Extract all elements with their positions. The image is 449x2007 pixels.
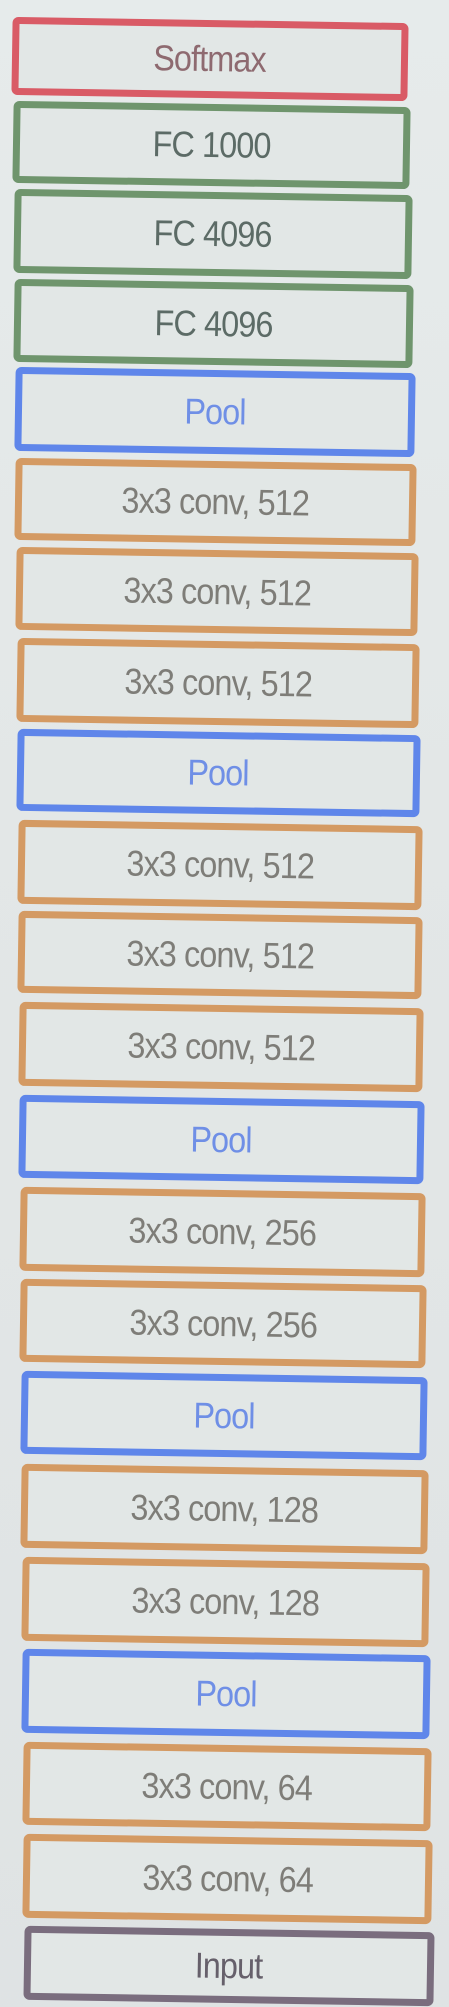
layer-conv-256-a: 3x3 conv, 256 xyxy=(19,1278,427,1369)
layer-label: 3x3 conv, 512 xyxy=(123,660,313,705)
layer-label: FC 1000 xyxy=(152,123,271,166)
layer-conv-128-b: 3x3 conv, 128 xyxy=(20,1463,429,1555)
layer-label: Pool xyxy=(190,1118,253,1160)
layer-label: 3x3 conv, 128 xyxy=(131,1579,320,1624)
layer-label: 3x3 conv, 512 xyxy=(125,842,315,887)
layer-softmax: Softmax xyxy=(11,16,409,102)
layer-conv-512-a: 3x3 conv, 512 xyxy=(16,637,420,729)
layer-pool-2: Pool xyxy=(20,1370,428,1461)
layer-pool-3: Pool xyxy=(18,1094,425,1185)
layer-label: 3x3 conv, 64 xyxy=(141,1856,314,1901)
layer-label: 3x3 conv, 128 xyxy=(130,1486,319,1531)
layer-label: 3x3 conv, 512 xyxy=(121,479,310,524)
layer-conv-512-b: 3x3 conv, 512 xyxy=(15,546,419,637)
layer-pool-4: Pool xyxy=(16,728,421,818)
layer-label: Pool xyxy=(195,1672,257,1715)
layer-label: FC 4096 xyxy=(154,301,273,345)
layer-input: Input xyxy=(23,1925,435,2007)
layer-label: 3x3 conv, 256 xyxy=(128,1209,317,1254)
layer-pool-5: Pool xyxy=(14,366,416,458)
layer-conv-64-b: 3x3 conv, 64 xyxy=(22,1741,432,1832)
layer-pool-1: Pool xyxy=(21,1648,431,1740)
layer-label: Input xyxy=(194,1944,264,1987)
layer-label: 3x3 conv, 512 xyxy=(125,932,315,977)
layer-conv-64-a: 3x3 conv, 64 xyxy=(22,1833,433,1925)
layer-label: Pool xyxy=(184,390,246,433)
vgg-architecture-diagram: Softmax FC 1000 FC 4096 FC 4096 Pool 3x3… xyxy=(0,0,449,2007)
layer-label: FC 4096 xyxy=(153,212,273,255)
layer-label: 3x3 conv, 256 xyxy=(128,1301,318,1345)
layer-label: 3x3 conv, 512 xyxy=(126,1024,316,1069)
layer-conv-512-f: 3x3 conv, 512 xyxy=(17,819,423,911)
layer-label: Softmax xyxy=(153,37,267,80)
layer-conv-512-e: 3x3 conv, 512 xyxy=(17,910,423,1000)
layer-fc-4096-a: FC 4096 xyxy=(13,188,413,280)
layer-fc-1000: FC 1000 xyxy=(12,100,411,190)
layer-label: 3x3 conv, 64 xyxy=(141,1764,313,1808)
layer-label: 3x3 conv, 512 xyxy=(122,569,312,613)
layer-conv-512-d: 3x3 conv, 512 xyxy=(18,1001,424,1093)
layer-conv-512-c: 3x3 conv, 512 xyxy=(14,457,417,547)
layer-label: Pool xyxy=(193,1394,255,1436)
layer-conv-128-a: 3x3 conv, 128 xyxy=(21,1556,430,1648)
layer-conv-256-b: 3x3 conv, 256 xyxy=(19,1186,426,1278)
layer-fc-4096-b: FC 4096 xyxy=(13,278,414,369)
layer-label: Pool xyxy=(187,751,250,794)
